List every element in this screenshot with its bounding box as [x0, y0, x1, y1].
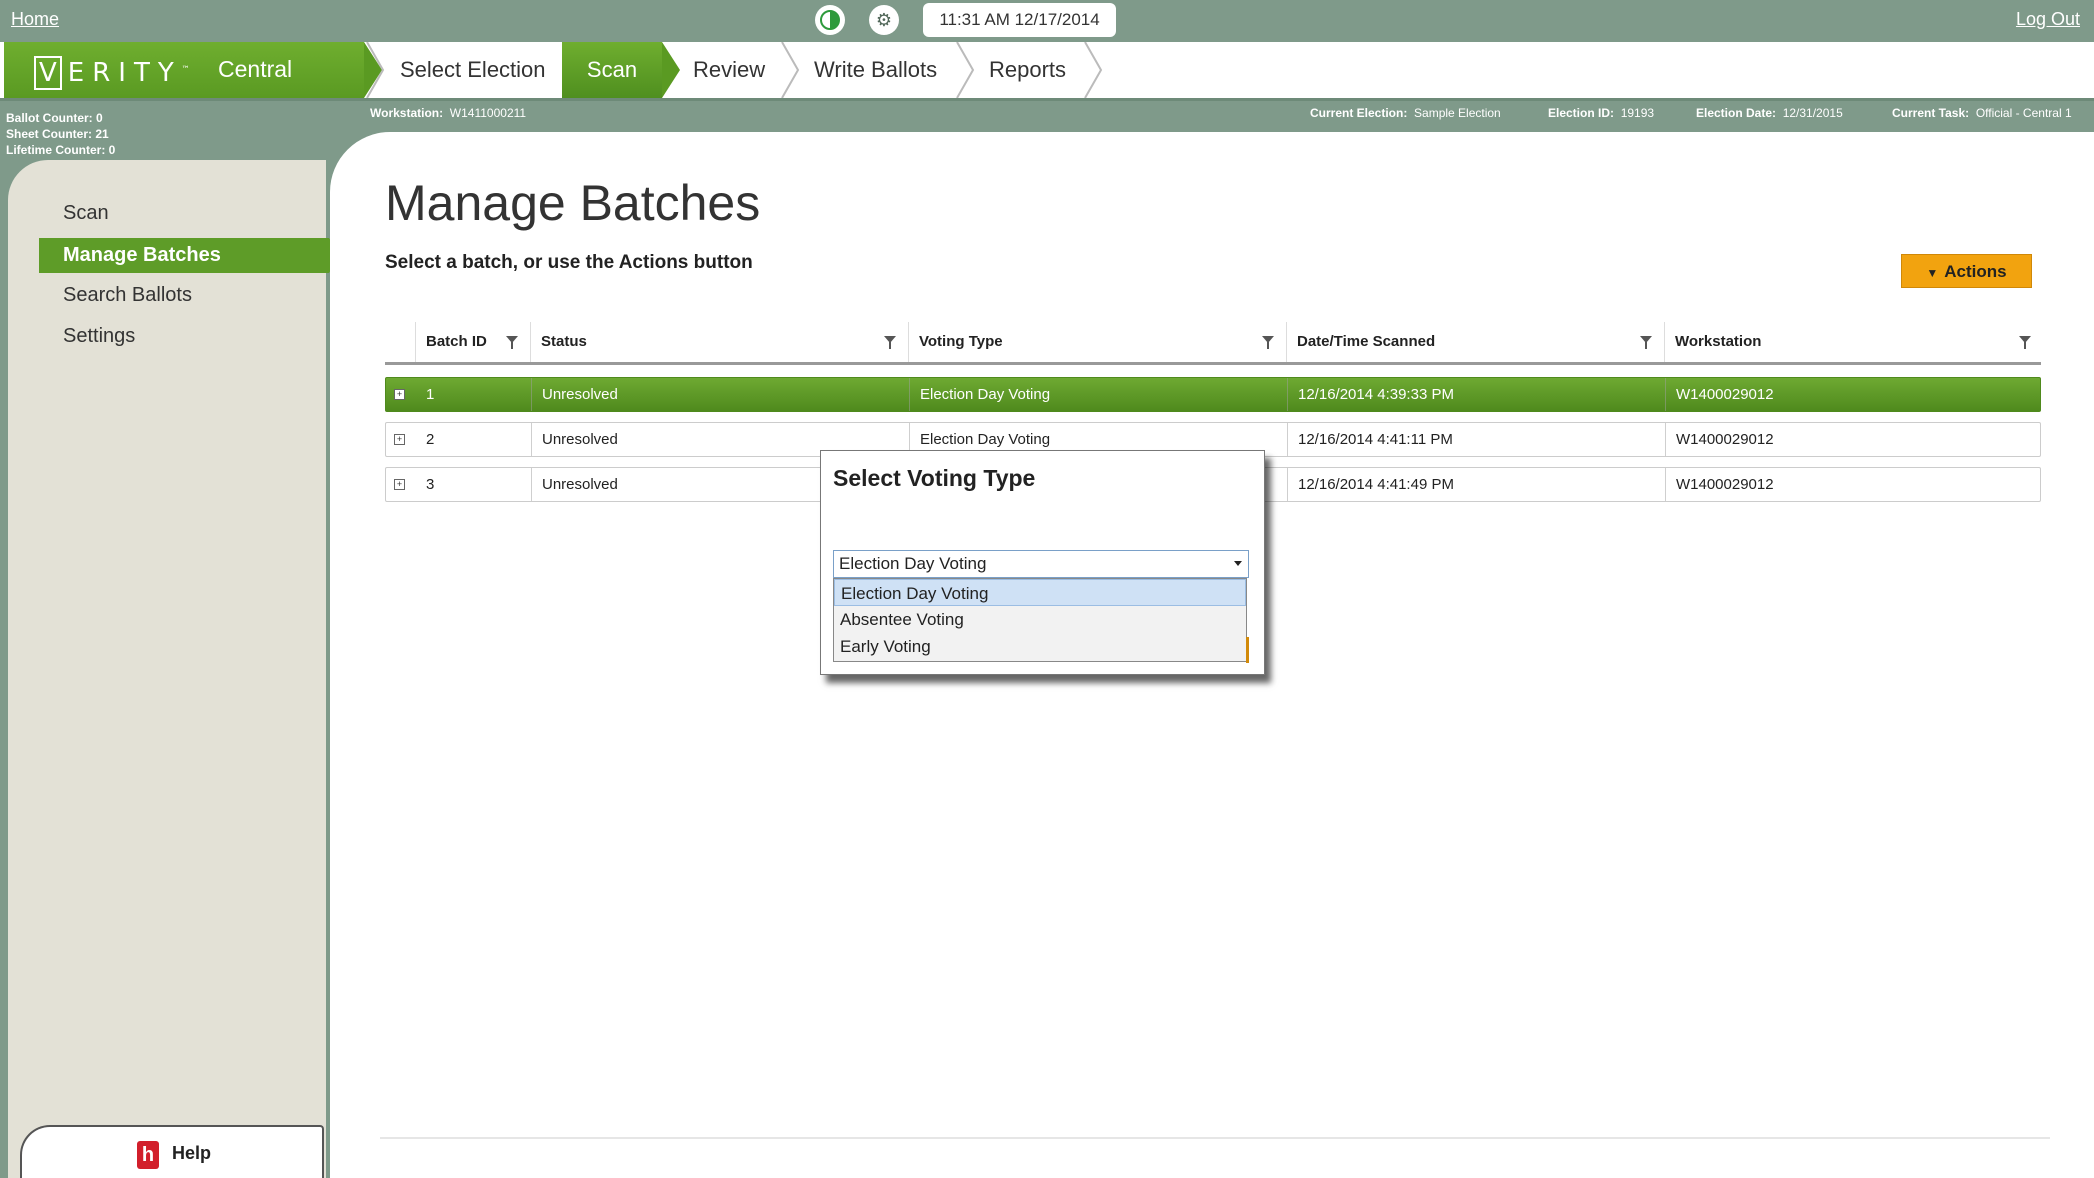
voting-type-select[interactable]: Election Day Voting — [833, 550, 1249, 578]
batch-grid-header: Batch ID Status Voting Type Date/Time Sc… — [385, 322, 2041, 365]
cell-voting-type: Election Day Voting — [909, 378, 1287, 411]
footer-divider — [380, 1137, 2050, 1139]
filter-icon[interactable] — [506, 336, 518, 349]
option-election-day-voting[interactable]: Election Day Voting — [834, 579, 1246, 606]
help-icon: h — [137, 1141, 159, 1169]
expand-icon[interactable]: + — [394, 434, 405, 445]
sidebar-item-scan[interactable]: Scan — [63, 202, 109, 225]
current-election-info: Current Election: Sample Election — [1310, 106, 1501, 120]
usb-icon: ⚙ — [869, 5, 899, 35]
tab-write-ballots[interactable]: Write Ballots — [800, 42, 951, 98]
actions-button[interactable]: ▼ Actions — [1901, 254, 2032, 288]
voting-type-options: Election Day Voting Absentee Voting Earl… — [833, 578, 1247, 662]
dialog-title: Select Voting Type — [833, 465, 1036, 491]
help-label: Help — [172, 1143, 212, 1163]
election-date-info: Election Date: 12/31/2015 — [1696, 106, 1843, 120]
cell-datetime-scanned: 12/16/2014 4:39:33 PM — [1287, 378, 1665, 411]
scan-tab-arrow — [662, 42, 682, 98]
nav-separator — [555, 42, 575, 98]
top-bar: Home ⚙ 11:31 AM 12/17/2014 Log Out — [0, 0, 2094, 42]
sidebar-item-search-ballots[interactable]: Search Ballots — [63, 284, 192, 307]
counters-panel: Ballot Counter: 0 Sheet Counter: 21 Life… — [6, 110, 115, 158]
sidebar: Scan Manage Batches Search Ballots Setti… — [8, 160, 341, 1178]
workflow-nav: V ERITY™ Central Select Election Scan Rev… — [0, 42, 2094, 101]
tab-select-election[interactable]: Select Election — [386, 42, 560, 98]
filter-icon[interactable] — [2019, 336, 2031, 349]
election-id-info: Election ID: 19193 — [1548, 106, 1655, 120]
current-task-info: Current Task: Official - Central 1 — [1892, 106, 2072, 120]
lifetime-counter: Lifetime Counter: 0 — [6, 143, 116, 157]
cell-batch-id: 1 — [426, 386, 435, 403]
filter-icon[interactable] — [1640, 336, 1652, 349]
cell-workstation: W1400029012 — [1665, 423, 2040, 456]
column-header-voting-type[interactable]: Voting Type — [908, 322, 1284, 362]
cell-batch-id: 2 — [426, 431, 435, 448]
sheet-counter: Sheet Counter: 21 — [6, 127, 109, 141]
nav-separator — [365, 42, 385, 98]
cell-datetime-scanned: 12/16/2014 4:41:11 PM — [1287, 423, 1665, 456]
ballot-counter: Ballot Counter: 0 — [6, 111, 103, 125]
column-header-datetime-scanned[interactable]: Date/Time Scanned — [1286, 322, 1662, 362]
help-button[interactable]: h Help — [20, 1125, 324, 1178]
product-name: Central — [218, 56, 293, 82]
nav-separator — [1083, 42, 1103, 98]
expand-icon[interactable]: + — [394, 389, 405, 400]
table-row[interactable]: + 1 Unresolved Election Day Voting 12/16… — [385, 377, 2041, 412]
cell-status: Unresolved — [531, 378, 909, 411]
dropdown-arrow-icon[interactable] — [1234, 561, 1242, 566]
tab-reports[interactable]: Reports — [975, 42, 1080, 98]
column-header-workstation[interactable]: Workstation — [1664, 322, 2041, 362]
nav-separator — [955, 42, 975, 98]
filter-icon[interactable] — [884, 336, 896, 349]
cell-workstation: W1400029012 — [1665, 378, 2040, 411]
brand-block: V ERITY™ Central — [4, 42, 364, 98]
connection-status-icon — [815, 5, 845, 35]
workstation-info: Workstation: W1411000211 — [370, 106, 527, 120]
tab-scan[interactable]: Scan — [562, 42, 662, 98]
page-subtitle: Select a batch, or use the Actions butto… — [385, 252, 753, 273]
cell-batch-id: 3 — [426, 476, 435, 493]
page-title: Manage Batches — [385, 175, 761, 231]
logout-link[interactable]: Log Out — [2016, 9, 2080, 30]
verity-logo: V ERITY™ — [34, 56, 190, 90]
select-voting-type-dialog: Select Voting Type Election Day Voting E… — [820, 450, 1265, 675]
tab-review[interactable]: Review — [679, 42, 779, 98]
expand-column-header — [385, 322, 415, 362]
cell-workstation: W1400029012 — [1665, 468, 2040, 501]
chevron-down-icon: ▼ — [1926, 266, 1939, 280]
clock-display: 11:31 AM 12/17/2014 — [923, 3, 1116, 37]
nav-separator — [780, 42, 800, 98]
column-header-status[interactable]: Status — [530, 322, 906, 362]
option-absentee-voting[interactable]: Absentee Voting — [834, 606, 1246, 633]
option-early-voting[interactable]: Early Voting — [834, 633, 1246, 660]
sidebar-item-settings[interactable]: Settings — [63, 325, 135, 348]
sidebar-item-manage-batches[interactable]: Manage Batches — [39, 238, 341, 273]
filter-icon[interactable] — [1262, 336, 1274, 349]
cell-datetime-scanned: 12/16/2014 4:41:49 PM — [1287, 468, 1665, 501]
obscured-button-edge[interactable] — [1246, 637, 1249, 663]
home-link[interactable]: Home — [11, 9, 59, 30]
expand-icon[interactable]: + — [394, 479, 405, 490]
column-header-batch-id[interactable]: Batch ID — [415, 322, 528, 362]
